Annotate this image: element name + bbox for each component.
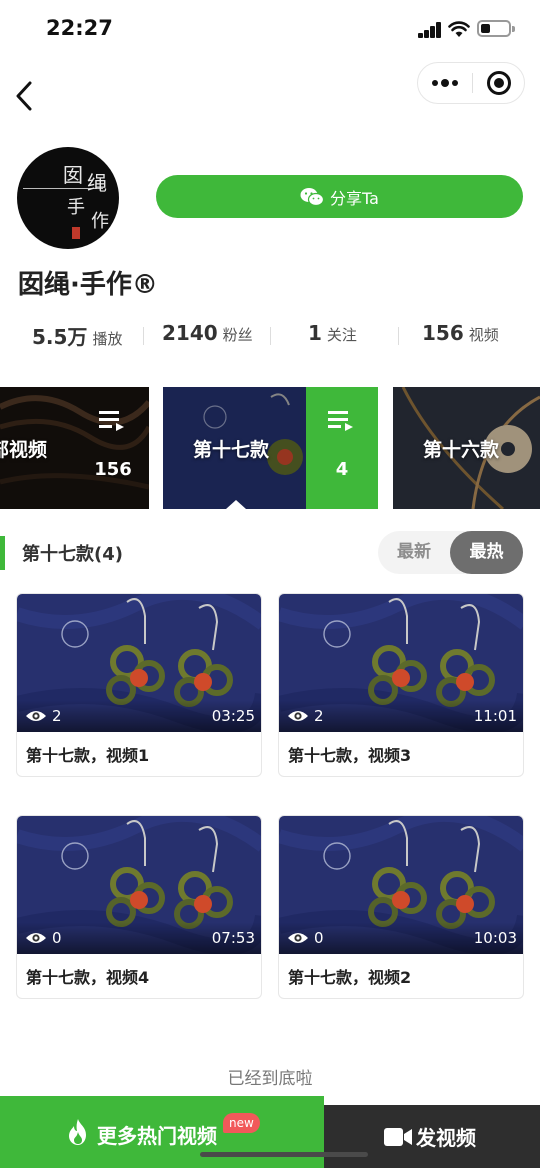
more-hot-videos-button[interactable]: 更多热门视频 xyxy=(0,1096,324,1168)
playlist-icon xyxy=(328,411,353,431)
wifi-icon xyxy=(448,21,470,37)
video-views: 0 xyxy=(287,929,324,947)
avatar-char: 作 xyxy=(91,211,109,232)
eye-icon xyxy=(288,711,308,721)
avatar[interactable]: 囡 绳 手 作 xyxy=(17,147,119,249)
more-hot-videos-label: 更多热门视频 xyxy=(97,1124,217,1148)
section-title: 第十七款(4) xyxy=(22,544,123,565)
home-indicator xyxy=(200,1152,368,1157)
playlist-side-active: 4 xyxy=(306,387,378,509)
more-options-button[interactable] xyxy=(418,63,472,103)
playlist-title: 第十七款 xyxy=(193,439,270,461)
playlist-side: 156 xyxy=(77,387,149,509)
video-view-count: 2 xyxy=(52,707,62,725)
video-title: 第十七款，视频3 xyxy=(288,746,412,765)
avatar-char: 囡 xyxy=(63,163,83,187)
stat-videos[interactable]: 156 视频 xyxy=(422,315,499,353)
video-card[interactable]: 0 10:03 第十七款，视频2 xyxy=(278,815,524,999)
playlist-card-all[interactable]: 部视频 156 xyxy=(0,387,149,509)
close-mini-program-button[interactable] xyxy=(473,63,525,103)
profile-name: 囡绳·手作® xyxy=(18,270,158,300)
video-duration: 10:03 xyxy=(473,929,517,947)
video-camera-icon xyxy=(384,1128,412,1146)
sort-toggle: 最新 最热 xyxy=(378,531,523,574)
video-title: 第十七款，视频4 xyxy=(26,968,150,987)
video-card[interactable]: 2 11:01 第十七款，视频3 xyxy=(278,593,524,777)
playlist-title: 第十六款 xyxy=(423,439,500,461)
new-badge: new xyxy=(223,1113,260,1133)
avatar-seal xyxy=(72,227,80,239)
status-bar: 22:27 xyxy=(0,0,540,60)
stats-row: 5.5万 播放 2140 粉丝 1 关注 156 视频 xyxy=(0,315,540,353)
video-title: 第十七款，视频2 xyxy=(288,968,412,987)
status-time: 22:27 xyxy=(46,16,113,40)
playlist-card-16[interactable]: 第十六款 xyxy=(393,387,540,509)
video-duration: 11:01 xyxy=(473,707,517,725)
mini-program-capsule xyxy=(417,62,525,104)
battery-icon xyxy=(477,20,515,37)
sort-hot-button[interactable]: 最热 xyxy=(450,531,523,574)
back-arrow-icon[interactable] xyxy=(12,78,40,114)
cellular-signal-icon xyxy=(418,22,444,38)
stat-fans[interactable]: 2140 粉丝 xyxy=(162,315,253,353)
share-label: 分享Ta xyxy=(330,188,379,208)
video-duration: 03:25 xyxy=(211,707,255,725)
video-thumbnail: 0 07:53 xyxy=(17,816,261,954)
video-card[interactable]: 2 03:25 第十七款，视频1 xyxy=(16,593,262,777)
post-video-label: 发视频 xyxy=(416,1126,476,1150)
video-thumbnail: 2 11:01 xyxy=(279,594,523,732)
eye-icon xyxy=(26,933,46,943)
video-view-count: 0 xyxy=(314,929,324,947)
playlist-count: 156 xyxy=(94,459,132,480)
video-card[interactable]: 0 07:53 第十七款，视频4 xyxy=(16,815,262,999)
video-title: 第十七款，视频1 xyxy=(26,746,150,765)
stat-plays: 5.5万 播放 xyxy=(32,325,123,349)
avatar-char: 绳 xyxy=(87,171,107,195)
end-of-list-text: 已经到底啦 xyxy=(227,1069,313,1089)
playlist-strip[interactable]: 部视频 156 第十七款 4 xyxy=(0,387,540,509)
playlist-count: 4 xyxy=(335,459,349,480)
selected-playlist-pointer xyxy=(226,500,246,509)
eye-icon xyxy=(26,711,46,721)
video-view-count: 0 xyxy=(52,929,62,947)
wechat-icon xyxy=(300,187,325,206)
video-thumbnail: 2 03:25 xyxy=(17,594,261,732)
playlist-title: 部视频 xyxy=(0,439,48,461)
sort-latest-button[interactable]: 最新 xyxy=(378,531,450,574)
eye-icon xyxy=(288,933,308,943)
video-duration: 07:53 xyxy=(211,929,255,947)
share-button[interactable]: 分享Ta xyxy=(156,175,523,218)
video-views: 2 xyxy=(287,707,324,725)
stat-following[interactable]: 1 关注 xyxy=(308,315,357,353)
post-video-button[interactable]: 发视频 xyxy=(324,1105,540,1168)
fire-icon xyxy=(69,1119,86,1145)
playlist-card-17[interactable]: 第十七款 4 xyxy=(163,387,378,509)
video-thumbnail: 0 10:03 xyxy=(279,816,523,954)
playlist-icon xyxy=(99,411,124,431)
video-views: 0 xyxy=(25,929,62,947)
video-view-count: 2 xyxy=(314,707,324,725)
section-accent-bar xyxy=(0,536,5,570)
video-views: 2 xyxy=(25,707,62,725)
avatar-char: 手 xyxy=(67,197,85,218)
